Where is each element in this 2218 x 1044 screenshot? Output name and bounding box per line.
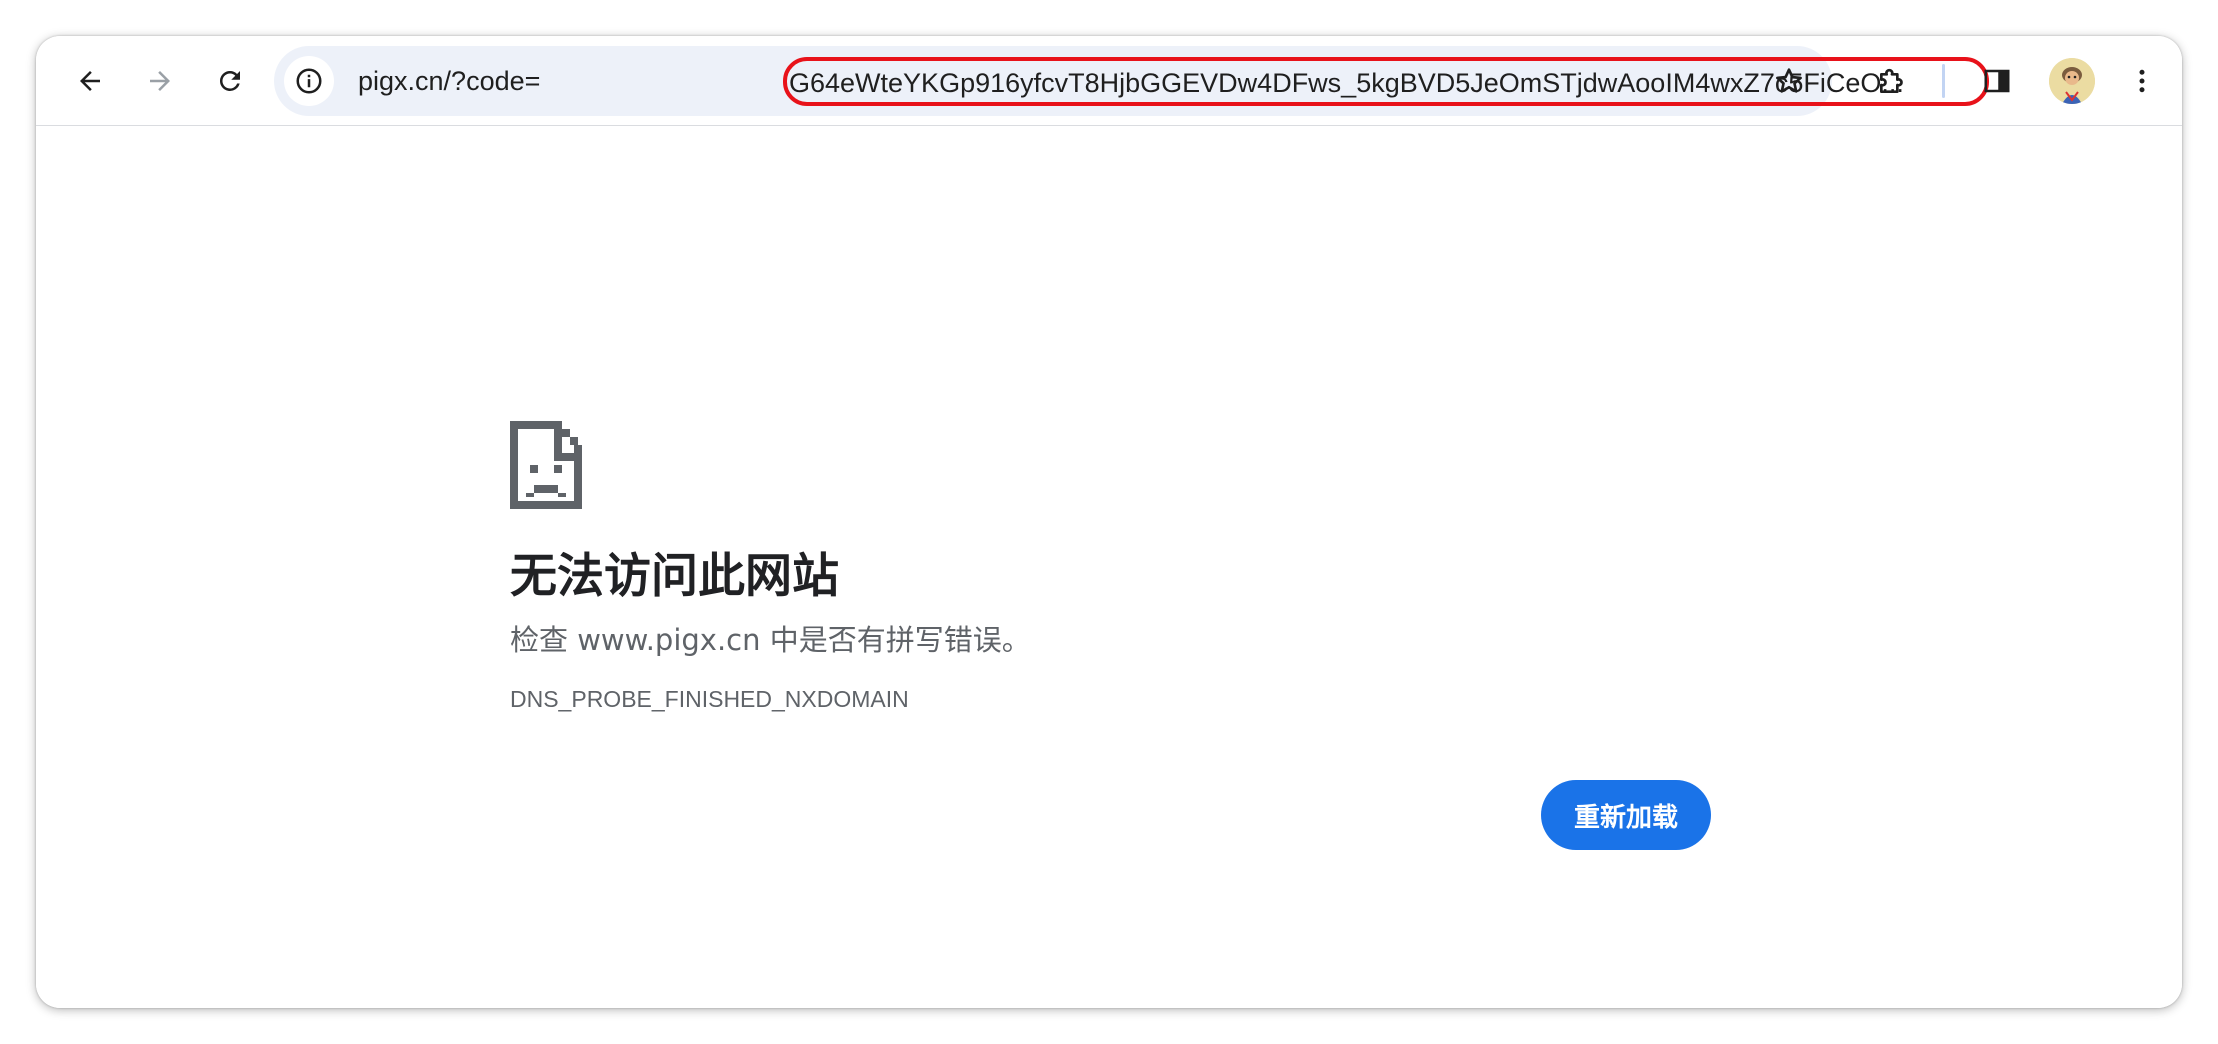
- profile-avatar[interactable]: [2049, 58, 2095, 104]
- puzzle-icon: [1880, 68, 1903, 93]
- toolbar-divider: [1942, 64, 1945, 98]
- extensions-button[interactable]: [1866, 55, 1918, 107]
- info-icon: [296, 68, 322, 94]
- back-button[interactable]: [64, 55, 116, 107]
- star-icon: [1776, 68, 1802, 93]
- reload-icon: [219, 70, 240, 91]
- side-panel-button[interactable]: [1971, 55, 2023, 107]
- browser-window: pigx.cn/?code= G64eWteYKGp916yfcvT8HjbGG…: [36, 36, 2182, 1008]
- browser-menu-button[interactable]: [2116, 55, 2168, 107]
- reload-page-button[interactable]: 重新加载: [1541, 780, 1711, 850]
- reload-button[interactable]: [204, 55, 256, 107]
- error-title: 无法访问此网站: [510, 549, 839, 604]
- site-info-button[interactable]: [284, 56, 334, 106]
- address-bar[interactable]: pigx.cn/?code= G64eWteYKGp916yfcvT8HjbGG…: [274, 46, 1989, 116]
- browser-toolbar: pigx.cn/?code= G64eWteYKGp916yfcvT8HjbGG…: [36, 36, 2182, 126]
- kebab-menu-icon: [2139, 69, 2145, 93]
- error-code: DNS_PROBE_FINISHED_NXDOMAIN: [510, 686, 909, 712]
- error-description: 检查 www.pigx.cn 中是否有拼写错误。: [510, 623, 1031, 657]
- forward-button[interactable]: [134, 55, 186, 107]
- bookmark-button[interactable]: [1763, 55, 1815, 107]
- sad-page-icon: [510, 421, 582, 509]
- url-prefix[interactable]: pigx.cn/?code=: [358, 46, 540, 116]
- error-page: 无法访问此网站 检查 www.pigx.cn 中是否有拼写错误。 DNS_PRO…: [36, 127, 2182, 1008]
- arrow-right-icon: [150, 71, 170, 91]
- profile-avatar-icon: [2049, 58, 2095, 104]
- side-panel-icon: [1984, 69, 2010, 93]
- arrow-left-icon: [80, 71, 100, 91]
